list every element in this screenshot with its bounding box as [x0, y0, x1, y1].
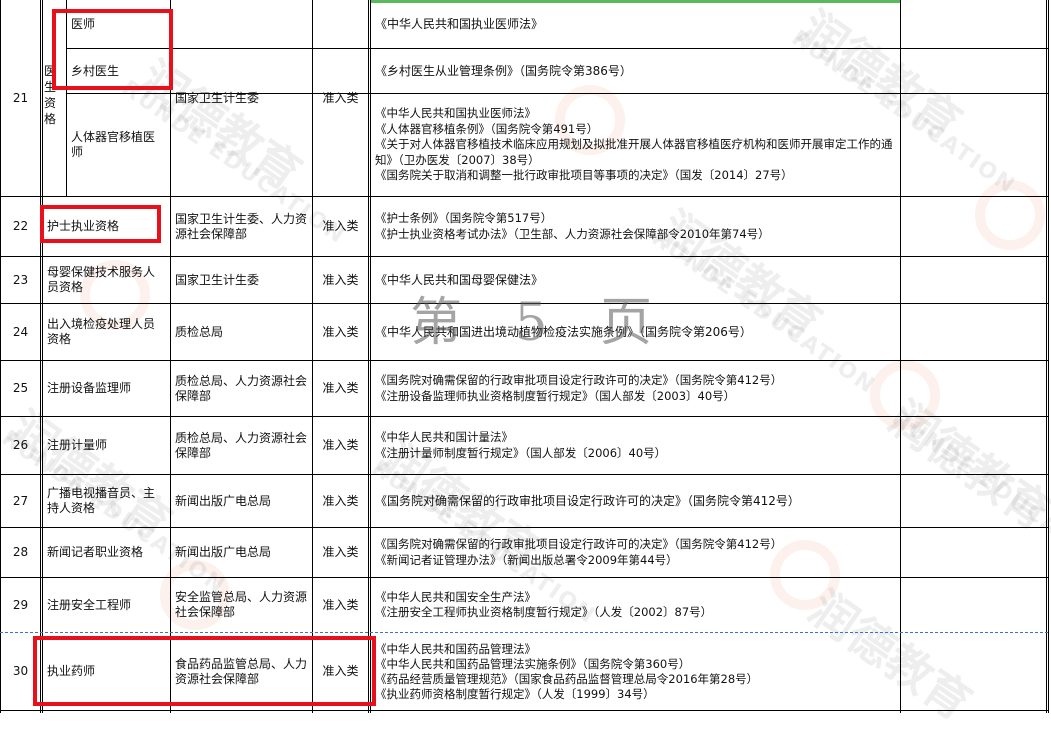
- qualification-cell[interactable]: 注册计量师: [43, 417, 170, 474]
- law-cell[interactable]: 《中华人民共和国计量法》 《注册计量师制度暂行规定》（国人部发〔2006〕40号…: [371, 417, 900, 474]
- law-cell[interactable]: 《中华人民共和国执业医师法》: [371, 0, 900, 48]
- law-text: 《药品经营质量管理规范》（国家食品药品监督管理总局令2016年第28号）: [375, 671, 759, 686]
- watermark-brand: 润德教育: [879, 390, 1051, 541]
- department-cell[interactable]: 国家卫生计生委、人力资源社会保障部: [171, 197, 312, 256]
- law-text: 《注册计量师制度暂行规定》（国人部发〔2006〕40号）: [375, 445, 667, 460]
- grid-line: [900, 0, 901, 713]
- law-text: 《国务院对确需保留的行政审批项目设定行政许可的决定》（国务院令第412号）: [375, 493, 800, 508]
- grid-line: [1046, 0, 1047, 713]
- law-text: 《新闻记者证管理办法》（新闻出版总署令2009年第44号）: [375, 552, 678, 567]
- law-text: 《中华人民共和国药品管理法》: [375, 641, 536, 656]
- sub-qualification-cell[interactable]: 乡村医生: [67, 49, 170, 93]
- row-number[interactable]: 23: [1, 257, 40, 303]
- watermark-brand-en: RUNDE EDUCATION: [886, 405, 1051, 580]
- law-text: 《注册安全工程师执业资格制度暂行规定》（人发〔2002〕87号）: [375, 605, 713, 619]
- note-cell[interactable]: [901, 0, 1046, 48]
- law-text: 《注册设备监理师执业资格制度暂行规定》（国人部发〔2003〕40号）: [375, 388, 736, 403]
- law-text: 《乡村医生从业管理条例》（国务院令第386号）: [375, 63, 632, 78]
- law-text: 《护士执业资格考试办法》（卫生部、人力资源社会保障部令2010年第74号）: [375, 226, 770, 241]
- category-cell[interactable]: 准入类: [313, 257, 368, 303]
- row-number[interactable]: 29: [1, 578, 40, 632]
- qualification-cell[interactable]: 广播电视播音员、主持人资格: [43, 475, 170, 527]
- qualification-cell[interactable]: 母婴保健技术服务人员资格: [43, 257, 170, 303]
- row-number[interactable]: 24: [1, 304, 40, 360]
- law-text: 《中华人民共和国执业医师法》: [375, 106, 536, 121]
- department-cell[interactable]: 安全监管总局、人力资源社会保障部: [171, 578, 312, 632]
- grid-line: [40, 0, 41, 713]
- law-cell[interactable]: 《中华人民共和国药品管理法》 《中华人民共和国药品管理法实施条例》（国务院令第3…: [371, 633, 900, 710]
- law-cell[interactable]: 《中华人民共和国安全生产法》 《注册安全工程师执业资格制度暂行规定》（人发〔20…: [371, 578, 900, 632]
- row-number[interactable]: 27: [1, 475, 40, 527]
- category-cell[interactable]: 准入类: [313, 633, 368, 710]
- law-text: 《中华人民共和国药品管理法实施条例》（国务院令第360号）: [375, 656, 691, 671]
- row-number[interactable]: 26: [1, 417, 40, 474]
- department-cell[interactable]: 新闻出版广电总局: [171, 528, 312, 577]
- law-text: 《护士条例》（国务院令第517号）: [375, 211, 553, 225]
- qualification-cell[interactable]: 注册设备监理师: [43, 361, 170, 416]
- law-cell[interactable]: 《国务院对确需保留的行政审批项目设定行政许可的决定》（国务院令第412号） 《注…: [371, 361, 900, 416]
- qualification-cell[interactable]: 注册安全工程师: [43, 578, 170, 632]
- category-cell[interactable]: 准入类: [313, 417, 368, 474]
- row-number[interactable]: 28: [1, 528, 40, 577]
- category-cell[interactable]: 准入类: [313, 528, 368, 577]
- law-text: 《中华人民共和国安全生产法》: [375, 589, 536, 604]
- department-cell[interactable]: 质检总局、人力资源社会保障部: [171, 361, 312, 416]
- law-text: 《中华人民共和国计量法》: [375, 430, 513, 444]
- sub-qualification-cell[interactable]: 医师: [67, 0, 170, 48]
- row-number[interactable]: 21: [1, 0, 40, 196]
- row-number[interactable]: 22: [1, 197, 40, 256]
- department-cell[interactable]: 新闻出版广电总局: [171, 475, 312, 527]
- category-cell[interactable]: 准入类: [313, 304, 368, 360]
- department-cell[interactable]: 质检总局、人力资源社会保障部: [171, 417, 312, 474]
- category-cell[interactable]: 准入类: [313, 578, 368, 632]
- qualification-cell[interactable]: 新闻记者职业资格: [43, 528, 170, 577]
- law-cell[interactable]: 《国务院对确需保留的行政审批项目设定行政许可的决定》（国务院令第412号） 《新…: [371, 528, 900, 577]
- watermark-logo-circle: [975, 180, 1045, 250]
- category-cell[interactable]: 准入类: [313, 361, 368, 416]
- page-number-watermark: 第 5 页: [410, 293, 671, 353]
- row-number[interactable]: 30: [1, 633, 40, 710]
- qualification-cell[interactable]: 护士执业资格: [43, 197, 170, 256]
- law-text: 《国务院对确需保留的行政审批项目设定行政许可的决定》（国务院令第412号）: [375, 537, 783, 551]
- qualification-cell[interactable]: 执业药师: [43, 633, 170, 710]
- grid-line: [1048, 0, 1049, 713]
- law-text: 《国务院对确需保留的行政审批项目设定行政许可的决定》（国务院令第412号）: [375, 373, 783, 387]
- qualification-cell[interactable]: 出入境检疫处理人员资格: [43, 304, 170, 360]
- law-cell[interactable]: 《国务院对确需保留的行政审批项目设定行政许可的决定》（国务院令第412号）: [371, 475, 900, 527]
- law-cell[interactable]: 《中华人民共和国执业医师法》 《人体器官移植条例》（国务院令第491号） 《关于…: [371, 94, 900, 196]
- department-cell[interactable]: 质检总局: [171, 304, 312, 360]
- law-cell[interactable]: 《护士条例》（国务院令第517号） 《护士执业资格考试办法》（卫生部、人力资源社…: [371, 197, 900, 256]
- row-number[interactable]: 25: [1, 361, 40, 416]
- department-cell[interactable]: 食品药品监管总局、人力资源社会保障部: [171, 633, 312, 710]
- law-text: 《执业药师资格制度暂行规定》（人发〔1999〕34号）: [375, 686, 655, 701]
- grid-line: [368, 0, 369, 713]
- law-text: 《中华人民共和国执业医师法》: [375, 16, 544, 31]
- department-cell[interactable]: 国家卫生计生委: [171, 0, 312, 196]
- spreadsheet-page: 润德教育 RUNDE EDUCATION 润德教育 RUNDE EDUCATIO…: [0, 0, 1051, 730]
- qualification-cell[interactable]: 医生资格: [43, 55, 66, 135]
- department-cell[interactable]: 国家卫生计生委: [171, 257, 312, 303]
- law-text: 《国务院关于取消和调整一批行政审批项目等事项的决定》（国发〔2014〕27号）: [375, 168, 793, 183]
- category-cell[interactable]: 准入类: [313, 197, 368, 256]
- law-text: 《人体器官移植条例》（国务院令第491号）: [375, 121, 599, 136]
- category-cell[interactable]: 准入类: [313, 475, 368, 527]
- sub-qualification-cell[interactable]: 人体器官移植医师: [67, 94, 170, 196]
- category-cell[interactable]: 准入类: [313, 0, 368, 196]
- law-text: 《关于对人体器官移植技术临床应用规划及拟批准开展人体器官移植医疗机构和医师开展审…: [375, 137, 893, 167]
- law-cell[interactable]: 《乡村医生从业管理条例》（国务院令第386号）: [371, 49, 900, 93]
- grid-line: [0, 710, 1048, 711]
